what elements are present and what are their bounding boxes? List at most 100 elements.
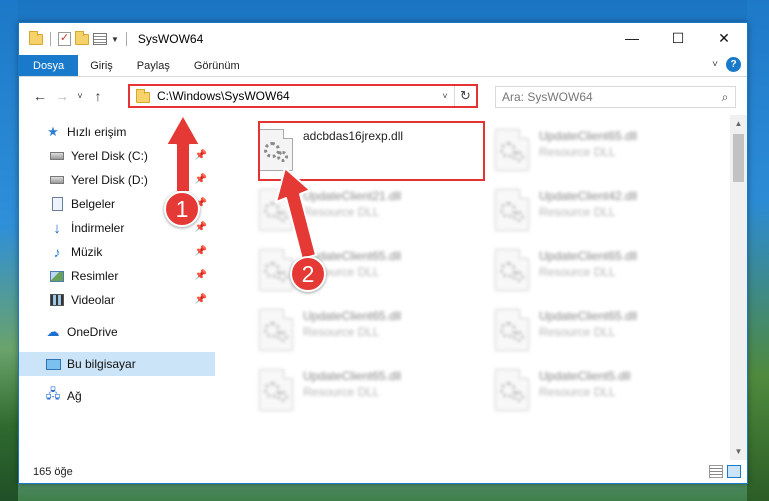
- properties-icon[interactable]: [93, 33, 107, 45]
- file-type: Resource DLL: [539, 385, 616, 399]
- file-explorer-window: ▼ SysWOW64 — ☐ ✕ Dosya Giriş Paylaş Görü…: [18, 22, 748, 484]
- file-type: Resource DLL: [303, 325, 380, 339]
- details-view-icon[interactable]: [709, 465, 723, 478]
- tab-share[interactable]: Paylaş: [125, 55, 182, 76]
- customize-toolbar-chevron-icon[interactable]: ▼: [111, 35, 119, 44]
- computer-icon: [45, 356, 61, 372]
- desktop-background-right: [747, 0, 769, 501]
- file-type: Resource DLL: [539, 205, 616, 219]
- tab-home[interactable]: Giriş: [78, 55, 125, 76]
- dll-file-gear-icon: [495, 189, 529, 231]
- network-icon: 🖧: [45, 386, 61, 401]
- step-1-badge: 1: [164, 191, 200, 227]
- dll-file-gear-icon: [495, 369, 529, 411]
- document-icon: [49, 196, 65, 212]
- quick-access-toolbar: ▼: [29, 30, 130, 46]
- tiles-view-icon[interactable]: [727, 465, 741, 478]
- sidebar-item-videos[interactable]: Videolar 📌: [19, 288, 215, 312]
- cloud-icon: ☁: [46, 324, 60, 339]
- pin-icon[interactable]: 📌: [195, 246, 207, 257]
- pin-icon[interactable]: 📌: [195, 222, 207, 233]
- new-folder-icon[interactable]: [75, 30, 89, 45]
- file-name: UpdateClient65.dll: [539, 249, 638, 263]
- desktop-background-left: [0, 0, 18, 501]
- list-item[interactable]: UpdateClient65.dll Resource DLL: [255, 303, 487, 359]
- list-item[interactable]: UpdateClient21.dll Resource DLL: [255, 183, 487, 239]
- sidebar-item-pictures[interactable]: Resimler 📌: [19, 264, 215, 288]
- close-button[interactable]: ✕: [701, 23, 747, 53]
- help-icon[interactable]: ?: [726, 57, 741, 72]
- address-path[interactable]: C:\Windows\SysWOW64: [157, 89, 436, 103]
- refresh-button[interactable]: ↻: [454, 86, 476, 106]
- address-bar[interactable]: C:\Windows\SysWOW64 ˅ ↻: [128, 84, 478, 108]
- properties-check-icon[interactable]: [58, 31, 71, 46]
- maximize-button[interactable]: ☐: [655, 23, 701, 53]
- back-button[interactable]: ←: [29, 88, 51, 104]
- dll-file-gear-icon: [495, 309, 529, 351]
- drive-icon: [49, 172, 65, 188]
- tab-file[interactable]: Dosya: [19, 55, 79, 76]
- toolbar-separator: [50, 32, 51, 46]
- sidebar-item-quick-access[interactable]: ★ Hızlı erişim: [45, 120, 215, 144]
- music-icon: ♪: [53, 244, 61, 260]
- pictures-icon: [49, 268, 65, 284]
- pin-icon[interactable]: 📌: [195, 174, 207, 185]
- pin-icon[interactable]: 📌: [195, 270, 207, 281]
- folder-icon: [29, 30, 43, 45]
- dll-file-gear-icon: [259, 309, 293, 351]
- sidebar-item-label: Yerel Disk (D:): [71, 173, 148, 187]
- scroll-down-icon[interactable]: ▼: [730, 443, 747, 460]
- pin-icon[interactable]: 📌: [195, 294, 207, 305]
- minimize-button[interactable]: —: [609, 23, 655, 53]
- window-controls: — ☐ ✕: [609, 23, 747, 53]
- forward-button[interactable]: →: [51, 88, 73, 104]
- up-button[interactable]: ↑: [87, 88, 109, 104]
- sidebar-item-label: Videolar: [71, 293, 115, 307]
- sidebar-item-this-pc[interactable]: Bu bilgisayar: [19, 352, 215, 376]
- navigation-bar: ← → ˅ ↑ C:\Windows\SysWOW64 ˅ ↻ Ara: Sys…: [19, 78, 747, 114]
- file-type: Resource DLL: [539, 265, 616, 279]
- sidebar-item-onedrive[interactable]: ☁ OneDrive: [19, 320, 215, 344]
- dll-file-gear-icon: [495, 129, 529, 171]
- scrollbar-thumb[interactable]: [733, 134, 744, 182]
- list-item[interactable]: UpdateClient65.dll Resource DLL: [491, 303, 723, 359]
- list-item[interactable]: UpdateClient42.dll Resource DLL: [491, 183, 723, 239]
- scroll-up-icon[interactable]: ▲: [730, 115, 747, 132]
- highlight-box-file: [258, 121, 485, 181]
- dll-file-gear-icon: [259, 369, 293, 411]
- sidebar-item-label: Yerel Disk (C:): [71, 149, 148, 163]
- file-type: Resource DLL: [303, 385, 380, 399]
- expand-ribbon-chevron-icon[interactable]: ˅: [712, 59, 718, 70]
- download-icon: ↓: [53, 219, 61, 237]
- recent-locations-chevron-icon[interactable]: ˅: [73, 91, 87, 101]
- dll-file-gear-icon: [259, 249, 293, 291]
- file-name: UpdateClient65.dll: [539, 129, 638, 143]
- sidebar-item-network[interactable]: 🖧 Ağ: [19, 384, 215, 408]
- search-icon[interactable]: ⌕: [715, 90, 735, 105]
- videos-icon: [49, 292, 65, 308]
- list-item[interactable]: UpdateClient65.dll Resource DLL: [255, 363, 487, 419]
- tab-view[interactable]: Görünüm: [182, 55, 252, 76]
- sidebar-item-label: Ağ: [67, 389, 82, 403]
- list-item[interactable]: UpdateClient65.dll Resource DLL: [491, 123, 723, 179]
- sidebar-item-label: İndirmeler: [71, 221, 125, 235]
- file-type: Resource DLL: [539, 145, 616, 159]
- ribbon-tabs: Dosya Giriş Paylaş Görünüm ˅ ?: [19, 55, 747, 77]
- search-placeholder: Ara: SysWOW64: [502, 90, 593, 104]
- pin-icon[interactable]: 📌: [195, 150, 207, 161]
- file-name: UpdateClient65.dll: [303, 309, 402, 323]
- list-item[interactable]: UpdateClient5.dll Resource DLL: [491, 363, 723, 419]
- sidebar-item-local-disk-d[interactable]: Yerel Disk (D:) 📌: [19, 168, 215, 192]
- dll-file-gear-icon: [495, 249, 529, 291]
- file-type: Resource DLL: [539, 325, 616, 339]
- toolbar-separator: [125, 32, 127, 46]
- search-input[interactable]: Ara: SysWOW64 ⌕: [495, 86, 736, 108]
- sidebar-item-music[interactable]: ♪ Müzik 📌: [19, 240, 215, 264]
- sidebar-item-label: Bu bilgisayar: [67, 357, 136, 371]
- address-dropdown-chevron-icon[interactable]: ˅: [436, 91, 454, 101]
- status-bar: 165 öğe: [19, 460, 747, 484]
- vertical-scrollbar[interactable]: ▲ ▼: [730, 115, 747, 460]
- file-name: UpdateClient42.dll: [539, 189, 638, 203]
- list-item[interactable]: UpdateClient65.dll Resource DLL: [491, 243, 723, 299]
- sidebar-item-local-disk-c[interactable]: Yerel Disk (C:) 📌: [19, 144, 215, 168]
